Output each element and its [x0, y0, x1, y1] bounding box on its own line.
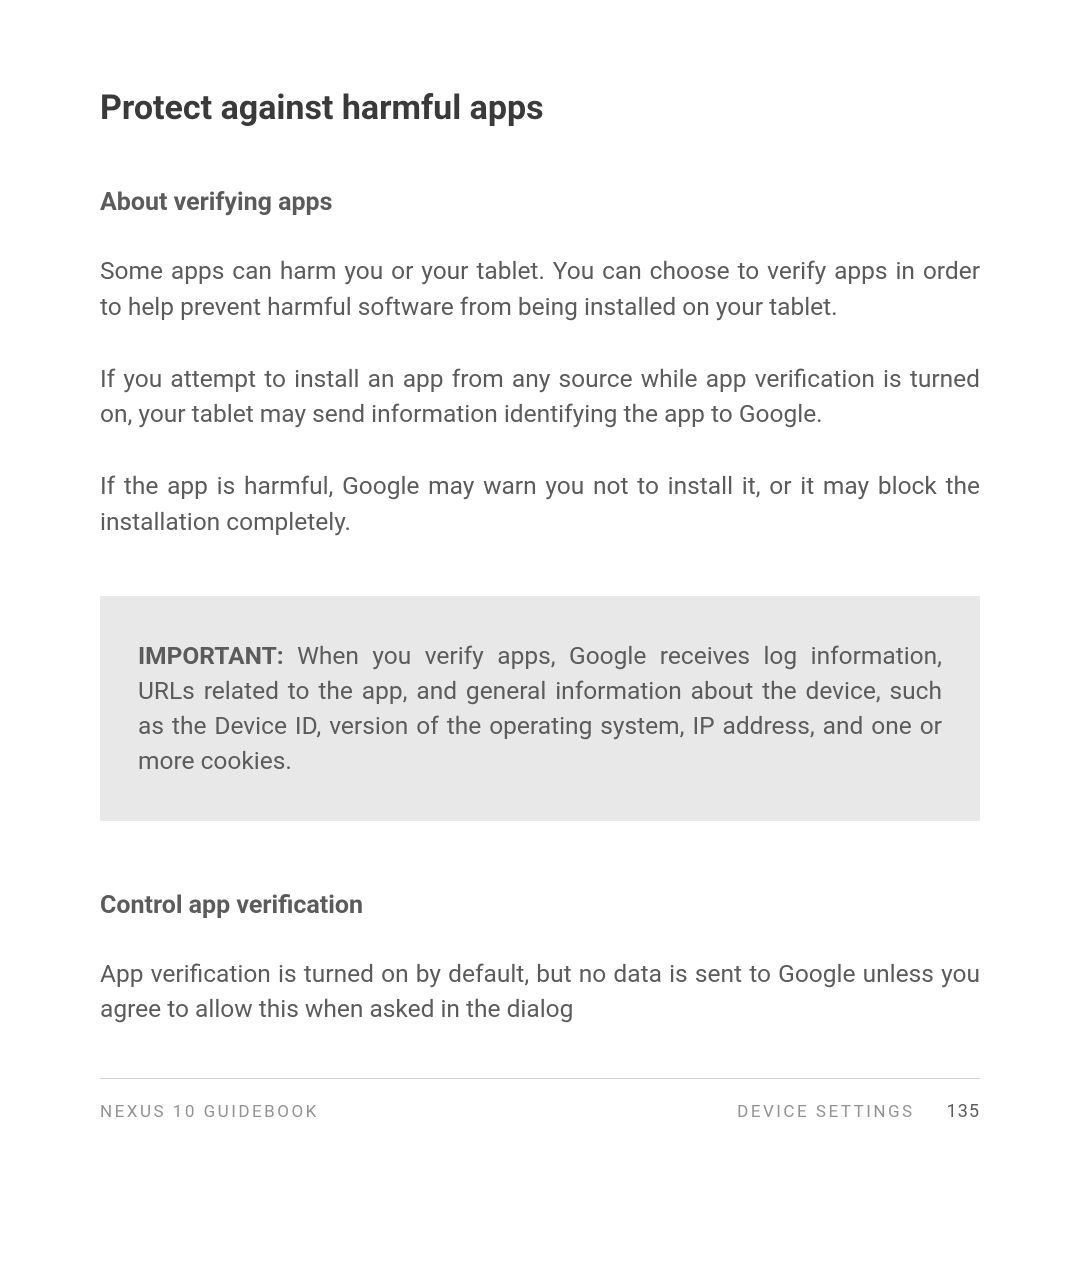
section-heading-about: About verifying apps [100, 188, 980, 217]
callout-text: IMPORTANT: When you verify apps, Google … [138, 638, 942, 779]
section-heading-control: Control app verification [100, 891, 980, 920]
footer-rule [100, 1078, 980, 1079]
footer-section-title: DEVICE SETTINGS [737, 1102, 914, 1122]
body-paragraph: App verification is turned on by default… [100, 956, 980, 1028]
page-footer: NEXUS 10 GUIDEBOOK DEVICE SETTINGS 135 [100, 1078, 980, 1122]
callout-label: IMPORTANT: [138, 641, 284, 670]
footer-book-title: NEXUS 10 GUIDEBOOK [100, 1102, 319, 1122]
body-paragraph: If the app is harmful, Google may warn y… [100, 468, 980, 540]
page-title: Protect against harmful apps [100, 88, 980, 128]
body-paragraph: Some apps can harm you or your tablet. Y… [100, 253, 980, 325]
page-number: 135 [947, 1101, 980, 1122]
body-paragraph: If you attempt to install an app from an… [100, 361, 980, 433]
important-callout: IMPORTANT: When you verify apps, Google … [100, 596, 980, 821]
